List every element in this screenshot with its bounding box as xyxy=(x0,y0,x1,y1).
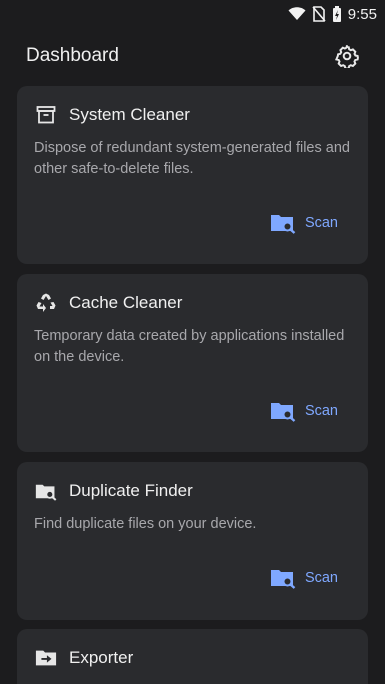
scan-label: Scan xyxy=(304,215,338,231)
app-bar: Dashboard xyxy=(0,36,385,76)
battery-charging-icon xyxy=(332,5,341,22)
folder-search-icon xyxy=(270,570,296,589)
system-cleaner-card: System Cleaner Dispose of redundant syst… xyxy=(17,86,368,264)
card-title: Duplicate Finder xyxy=(69,481,193,500)
gear-icon[interactable] xyxy=(335,44,359,68)
card-description: Find duplicate files on your device. xyxy=(34,516,257,532)
system-cleaner-scan-button[interactable]: Scan xyxy=(270,212,338,234)
card-title: System Cleaner xyxy=(69,105,190,124)
status-bar: 9:55 xyxy=(0,0,385,28)
cache-cleaner-card: Cache Cleaner Temporary data created by … xyxy=(17,274,368,452)
scan-label: Scan xyxy=(304,570,338,586)
wifi-icon xyxy=(288,7,306,20)
duplicate-finder-card: Duplicate Finder Find duplicate files on… xyxy=(17,462,368,620)
recycle-icon xyxy=(35,292,57,314)
page-title: Dashboard xyxy=(26,45,119,66)
card-description: Temporary data created by applications i… xyxy=(34,328,345,365)
card-description: Dispose of redundant system-generated fi… xyxy=(34,140,350,177)
status-time: 9:55 xyxy=(347,5,377,23)
folder-search-icon xyxy=(270,215,296,234)
duplicate-finder-scan-button[interactable]: Scan xyxy=(270,567,338,589)
folder-search-icon xyxy=(270,403,296,422)
card-title: Exporter xyxy=(69,648,134,667)
card-title: Cache Cleaner xyxy=(69,293,183,312)
no-sim-icon xyxy=(312,6,326,22)
scan-label: Scan xyxy=(304,403,338,419)
exporter-card[interactable]: Exporter xyxy=(17,629,368,684)
archive-box-icon xyxy=(35,104,57,126)
cache-cleaner-scan-button[interactable]: Scan xyxy=(270,400,338,422)
folder-search-icon xyxy=(35,480,57,502)
folder-export-icon xyxy=(35,647,57,669)
